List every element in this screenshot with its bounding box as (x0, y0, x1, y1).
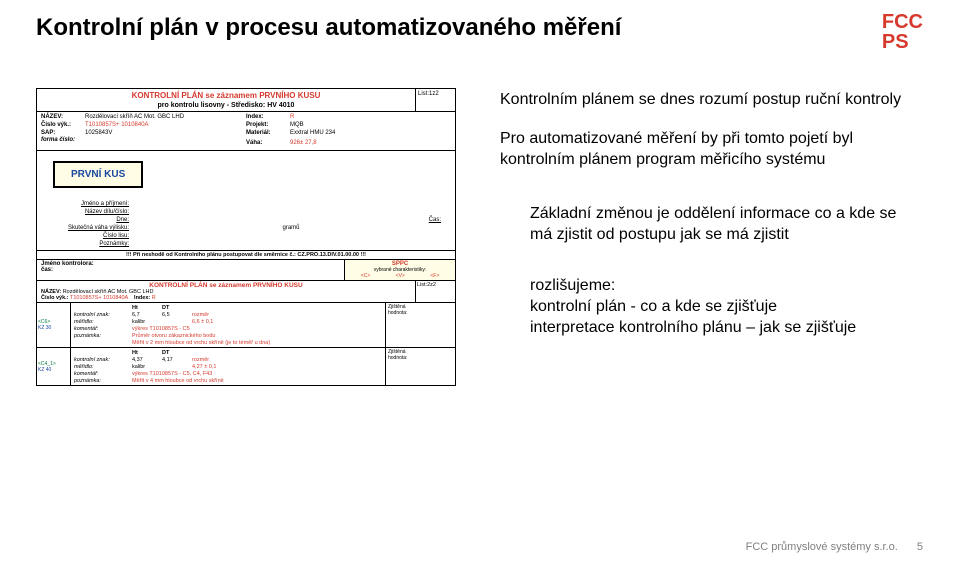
logo-line1: FCC (882, 12, 923, 32)
right-column: Kontrolním plánem se dnes rozumí postup … (500, 90, 920, 356)
nazev-label: NÁZEV: (41, 114, 85, 122)
cas-label: Čas: (407, 217, 447, 223)
form-header-2: KONTROLNÍ PLÁN se záznamem PRVNÍHO KUSU … (37, 281, 455, 303)
index-label: Index: (246, 114, 290, 122)
meas1-tag2: KZ 30 (38, 325, 69, 331)
kontrolor-row: Jméno kontrolora: čas: SPPC vybrané char… (37, 259, 455, 281)
measurement-block-1: <C6> KZ 30 HtDT kontrolní znak:6,76,5roz… (37, 303, 455, 347)
nazev-value: Rozdělovací skříň AC Mot. GBC LHD (85, 114, 184, 120)
jmeno-label: Jméno a příjmení: (45, 201, 135, 207)
logo: FCC PS (882, 12, 923, 52)
paragraph-4c: interpretace kontrolního plánu – jak se … (530, 319, 856, 336)
form-meta: NÁZEV:Rozdělovací skříň AC Mot. GBC LHD … (37, 112, 455, 151)
meas2-tol: 4,27 ± 0,1 (192, 364, 216, 370)
material-label: Materiál: (246, 130, 290, 138)
meas2-ht-val: 4,37 (132, 357, 162, 363)
meas2-kz-label: kontrolní znak: (74, 357, 132, 363)
input-fields: Jméno a příjmení: Název dílu/číslo: Dne:… (37, 198, 455, 250)
index-label-2: Index: (134, 295, 150, 301)
meas1-ht-val: 6,7 (132, 312, 162, 318)
list-label: List:1z2 (415, 89, 455, 111)
meas1-poznamka-val2: Měřit v 2 mm hloubce od vrchu skříně (je… (132, 340, 270, 346)
meas1-dt-label: DT (162, 305, 192, 311)
form-header: KONTROLNÍ PLÁN se záznamem PRVNÍHO KUSU … (37, 89, 455, 112)
logo-line2: PS (882, 32, 923, 52)
meas1-dt-val: 6,5 (162, 312, 192, 318)
meas1-poznamka-val1: Průměr otvoru zákaznického bodu (132, 333, 215, 339)
paragraph-2: Pro automatizované měření by při tomto p… (500, 129, 920, 171)
meas1-meridlo-val: kalibr (132, 319, 192, 325)
footer: FCC průmyslové systémy s.r.o. 5 (746, 541, 923, 553)
meas1-poznamka-label: poznámka: (74, 333, 132, 339)
meas2-komentar-label: komentář: (74, 371, 132, 377)
control-plan-form: KONTROLNÍ PLÁN se záznamem PRVNÍHO KUSU … (36, 88, 456, 386)
page-title: Kontrolní plán v procesu automatizovanéh… (36, 14, 621, 42)
sap-value: 1025843V (85, 130, 112, 136)
measurement-block-2: <C4_1> KZ 40 HtDT kontrolní znak:4,374,1… (37, 347, 455, 385)
meas1-tol: 6,6 ± 0,1 (192, 319, 213, 325)
vaha-value: 926± 27,8 (290, 140, 317, 146)
meas2-rozmer: rozměr (192, 357, 209, 363)
char-c: <C> (361, 273, 370, 279)
meas1-hodnota: hodnota: (388, 310, 453, 316)
gramu-label: gramů (135, 225, 447, 231)
meas2-ht-label: Ht (132, 350, 162, 356)
dne-label: Dne: (45, 217, 135, 223)
list-label-2: List:2z2 (415, 281, 455, 302)
paragraph-4b: kontrolní plán - co a kde se zjišťuje (530, 298, 777, 315)
material-value: Exxtral HMU 234 (290, 130, 335, 136)
form-subtitle: pro kontrolu lisovny - Středisko: HV 401… (41, 102, 411, 109)
vaha-label: Váha: (246, 140, 290, 148)
prvni-kus-box: PRVNÍ KUS (53, 161, 143, 188)
meas2-dt-label: DT (162, 350, 192, 356)
footer-page: 5 (917, 541, 923, 553)
sap-label: SAP: (41, 130, 85, 138)
paragraph-3: Základní změnou je oddělení informace co… (500, 204, 920, 246)
nazev-dilu-label: Název dílu/číslo: (45, 209, 135, 215)
forma-label: forma číslo: (41, 137, 85, 145)
meas1-kz-label: kontrolní znak: (74, 312, 132, 318)
meas1-rozmer: rozměr (192, 312, 209, 318)
cislo-value: T1010857S+ 1010840A (85, 122, 149, 128)
projekt-label: Projekt: (246, 122, 290, 130)
meas1-meridlo-label: měřidlo: (74, 319, 132, 325)
paragraph-1: Kontrolním plánem se dnes rozumí postup … (500, 90, 920, 111)
cislo-value-2: T1010857S+ 1010840A (70, 295, 128, 301)
meas2-tag2: KZ 40 (38, 367, 69, 373)
warning-text: !!! Při neshodě od Kontrolního plánu pos… (37, 250, 455, 259)
index-value: R (290, 114, 294, 120)
char-v: <V> (396, 273, 405, 279)
paragraph-4a: rozlišujeme: (530, 277, 615, 294)
meas2-meridlo-label: měřidlo: (74, 364, 132, 370)
meas2-poznamka-val: Měřit v 4 mm hloubce od vrchu skříně (132, 378, 224, 384)
cislo-label-2: Číslo výk.: (41, 295, 69, 301)
projekt-value: MQB (290, 122, 304, 128)
skut-vaha-label: Skutečná váha výlisku: (45, 225, 135, 231)
meas2-hodnota: hodnota: (388, 355, 453, 361)
meas2-dt-val: 4,17 (162, 357, 192, 363)
form-title: KONTROLNÍ PLÁN se záznamem PRVNÍHO KUSU (41, 91, 411, 100)
cas-kontrolor-label: čas: (41, 267, 340, 273)
meas1-komentar-label: komentář: (74, 326, 132, 332)
cislo-lisu-label: Číslo lisu: (45, 233, 135, 239)
meas1-komentar-val: výkres T1010857S - C5 (132, 326, 190, 332)
poznamky-label: Poznámky: (45, 241, 135, 247)
meas2-komentar-val: výkres T1010857S - C5, C4, F43 (132, 371, 212, 377)
meas2-meridlo-val: kalibr (132, 364, 192, 370)
footer-company: FCC průmyslové systémy s.r.o. (746, 541, 898, 553)
char-f: <F> (430, 273, 439, 279)
index-value-2: R (152, 295, 156, 301)
meas2-poznamka-label: poznámka: (74, 378, 132, 384)
meas1-ht-label: Ht (132, 305, 162, 311)
cislo-label: Číslo výk.: (41, 122, 85, 130)
